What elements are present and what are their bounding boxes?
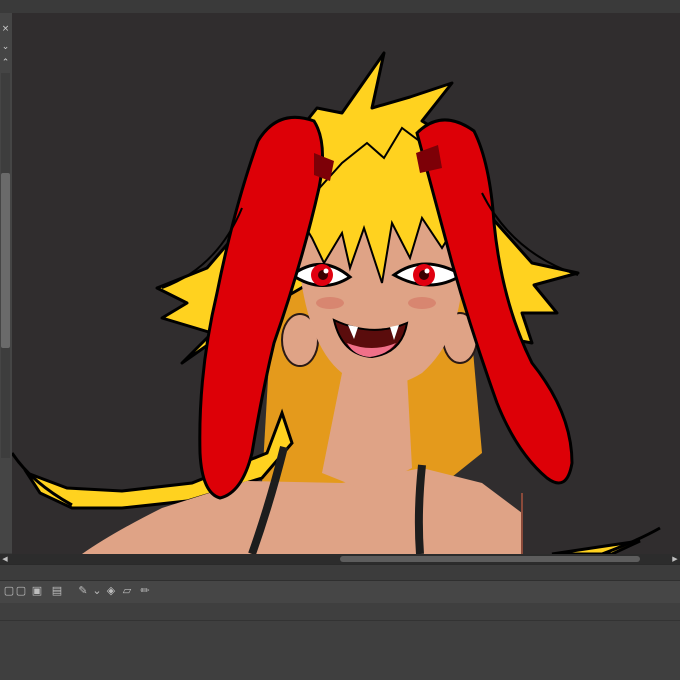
character-illustration xyxy=(12,51,661,554)
fill-icon[interactable]: ◈ xyxy=(104,584,118,598)
right-blush xyxy=(408,297,436,309)
panel-scrollbar-thumb[interactable] xyxy=(1,173,10,348)
layer-panel[interactable] xyxy=(0,603,680,680)
scroll-right-icon[interactable]: ▶ xyxy=(670,554,680,564)
layer-panel-divider xyxy=(0,620,680,621)
pencil-icon[interactable]: ✏ xyxy=(138,584,152,598)
horizontal-scroll-thumb[interactable] xyxy=(340,556,640,562)
selection-icon[interactable]: ▱ xyxy=(120,584,134,598)
hair-right-tail-line xyxy=(601,526,661,554)
drawing-canvas[interactable] xyxy=(12,13,680,554)
top-strap-right xyxy=(414,464,426,554)
dropdown-icon[interactable]: ⌄ xyxy=(90,584,104,598)
pen-tool-icon[interactable]: ✎ xyxy=(76,584,90,598)
canvas-horizontal-scrollbar[interactable]: ◀ ▶ xyxy=(0,554,680,564)
copy-icon[interactable]: ▣ xyxy=(30,584,44,598)
layer-toolbar: ▢ ▢ ▣ ▤ ✎ ⌄ ◈ ▱ ✏ xyxy=(0,580,680,604)
left-blush xyxy=(316,297,344,309)
clip-icon[interactable]: ▢ xyxy=(14,584,28,598)
chevron-up-icon[interactable]: ⌃ xyxy=(0,57,11,69)
scroll-left-icon[interactable]: ◀ xyxy=(0,554,10,564)
close-icon[interactable]: × xyxy=(0,23,11,35)
chevron-down-icon[interactable]: ⌄ xyxy=(0,41,11,53)
panel-divider xyxy=(0,564,680,581)
mask-icon[interactable]: ▤ xyxy=(50,584,64,598)
top-panel-strip xyxy=(0,0,680,14)
